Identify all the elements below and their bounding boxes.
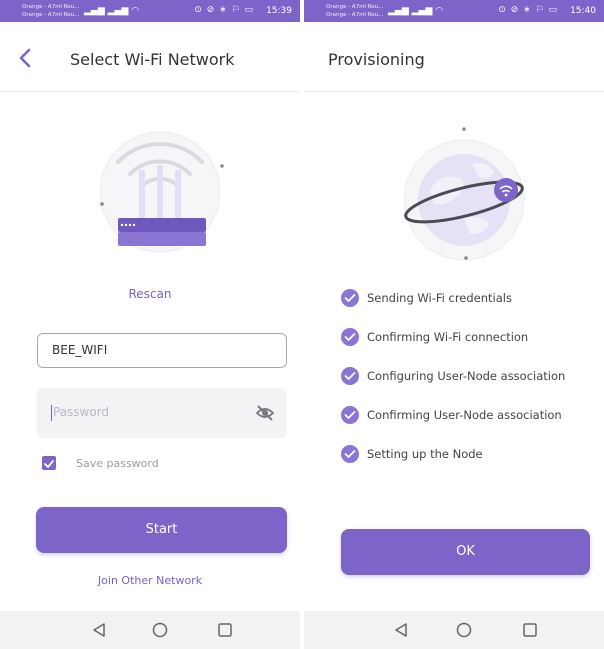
- system-navbar: [304, 611, 604, 649]
- step-item: Setting up the Node: [340, 444, 600, 466]
- step-label: Confirming User-Node association: [367, 408, 562, 422]
- hide-password-icon[interactable]: [255, 403, 275, 423]
- check-circle-icon: [341, 406, 359, 424]
- save-password-label: Save password: [76, 457, 159, 470]
- globe-provisioning-illustration-icon: [403, 127, 525, 261]
- app-header: Select Wi-Fi Network: [0, 22, 300, 92]
- carrier-line: Orange - A7ml Rou...: [22, 4, 80, 10]
- signal-icon: ▂▄▆ ▂▄▆ ◠: [84, 6, 140, 16]
- start-button[interactable]: Start: [36, 507, 287, 553]
- status-icons: ⊙ ⊘ ∗ ⚐ ▭: [194, 5, 254, 15]
- status-bar: Orange - A7ml Rou... Orange - A7ml Rou..…: [0, 0, 300, 22]
- home-circle-icon[interactable]: [151, 621, 169, 639]
- recents-square-icon[interactable]: [216, 621, 234, 639]
- ok-button[interactable]: OK: [341, 529, 590, 575]
- select-wifi-screen: Orange - A7ml Rou... Orange - A7ml Rou..…: [0, 0, 300, 649]
- back-triangle-icon[interactable]: [90, 621, 108, 639]
- step-item: Confirming User-Node association: [340, 405, 600, 427]
- carrier-line: Orange - A7ml Rou...: [326, 4, 384, 10]
- password-field[interactable]: Password: [37, 388, 287, 438]
- status-bar: Orange - A7ml Rou... Orange - A7ml Rou..…: [304, 0, 604, 22]
- join-other-network-link[interactable]: Join Other Network: [0, 574, 300, 587]
- carrier-info: Orange - A7ml Rou... Orange - A7ml Rou..…: [326, 3, 383, 19]
- page-title: Select Wi-Fi Network: [70, 50, 235, 69]
- step-label: Sending Wi-Fi credentials: [367, 291, 512, 305]
- router-illustration-icon: [99, 131, 224, 253]
- step-label: Confirming Wi-Fi connection: [367, 330, 529, 344]
- ssid-field[interactable]: BEE_WIFI: [37, 333, 287, 368]
- check-circle-icon: [341, 289, 359, 307]
- step-item: Sending Wi-Fi credentials: [340, 288, 600, 310]
- home-circle-icon[interactable]: [455, 621, 473, 639]
- status-icons: ⊙ ⊘ ∗ ⚐ ▭: [498, 5, 558, 15]
- step-item: Configuring User-Node association: [340, 366, 600, 388]
- carrier-info: Orange - A7ml Rou... Orange - A7ml Rou..…: [22, 3, 79, 19]
- provisioning-screen: Orange - A7ml Rou... Orange - A7ml Rou..…: [304, 0, 604, 649]
- step-label: Setting up the Node: [367, 447, 483, 461]
- check-circle-icon: [341, 328, 359, 346]
- save-password-checkbox[interactable]: [42, 456, 56, 470]
- checkmark-icon: [44, 460, 54, 468]
- system-navbar: [0, 611, 300, 649]
- check-circle-icon: [341, 445, 359, 463]
- status-time: 15:40: [570, 6, 596, 16]
- page-title: Provisioning: [328, 50, 425, 69]
- status-time: 15:39: [266, 6, 292, 16]
- carrier-line: Orange - A7ml Rou...: [326, 12, 384, 18]
- rescan-button[interactable]: Rescan: [0, 287, 300, 301]
- signal-icon: ▂▄▆ ▂▄▆ ◠: [388, 6, 444, 16]
- app-header: Provisioning: [304, 22, 604, 92]
- step-label: Configuring User-Node association: [367, 369, 566, 383]
- carrier-line: Orange - A7ml Rou...: [22, 12, 80, 18]
- password-placeholder: Password: [53, 405, 110, 419]
- back-arrow-icon[interactable]: [16, 46, 36, 70]
- text-caret: [51, 405, 52, 421]
- recents-square-icon[interactable]: [521, 621, 539, 639]
- back-triangle-icon[interactable]: [392, 621, 410, 639]
- check-circle-icon: [341, 367, 359, 385]
- ssid-value: BEE_WIFI: [52, 343, 108, 357]
- step-item: Confirming Wi-Fi connection: [340, 327, 600, 349]
